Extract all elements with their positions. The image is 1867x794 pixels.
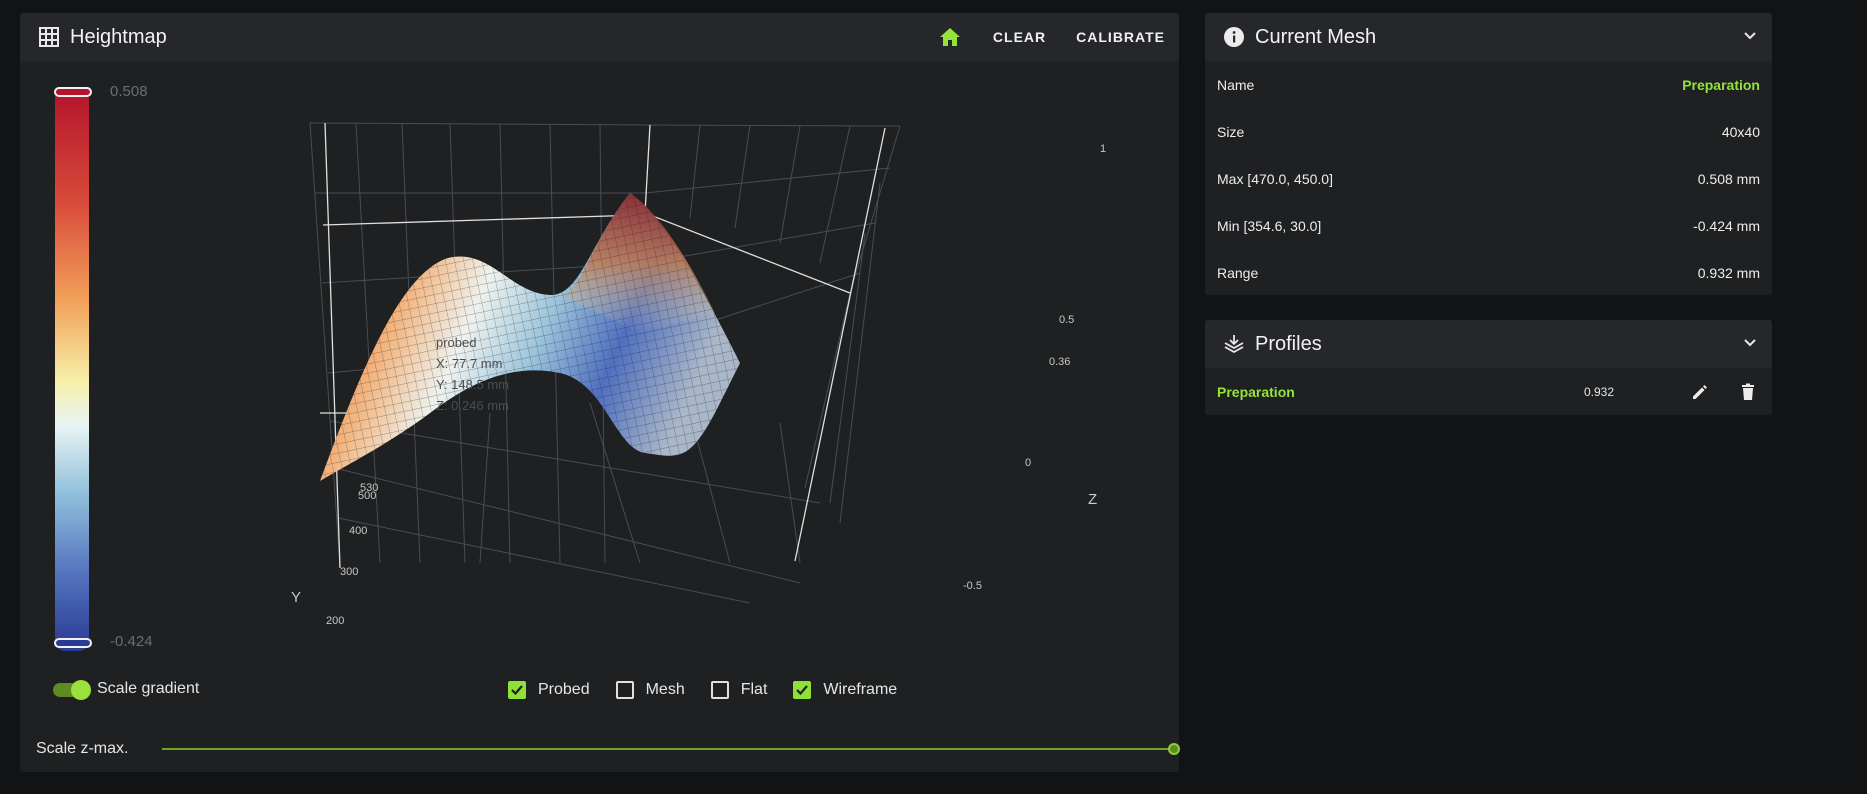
scale-zmax-row: Scale z-max. bbox=[36, 737, 1180, 762]
profiles-card: Profiles Preparation 0.932 bbox=[1205, 320, 1772, 415]
wireframe-label: Wireframe bbox=[823, 681, 898, 698]
tooltip-y: Y: 148.5 mm bbox=[436, 377, 509, 392]
scale-min-label: -0.424 bbox=[110, 633, 153, 650]
flat-label: Flat bbox=[740, 681, 768, 698]
y-tick: 300 bbox=[340, 566, 358, 578]
z-tick: 0 bbox=[1025, 457, 1031, 469]
toggle-knob bbox=[71, 680, 91, 700]
scale-zmax-thumb[interactable] bbox=[1168, 743, 1180, 755]
y-tick-labels: 530 500 400 300 200 bbox=[326, 482, 378, 627]
collapse-chevron-icon[interactable] bbox=[1742, 27, 1758, 48]
heightmap-card: Heightmap CLEAR CALIBRATE 0.508 -0.424 p… bbox=[20, 13, 1180, 772]
slider-tick bbox=[768, 758, 770, 762]
tooltip-z: Z: 0.246 mm bbox=[436, 398, 509, 413]
clear-button[interactable]: CLEAR bbox=[993, 29, 1046, 45]
edit-profile-button[interactable] bbox=[1688, 380, 1712, 404]
scale-zmax-slider[interactable] bbox=[162, 748, 1176, 762]
mesh-range-row: Range 0.932 mm bbox=[1205, 249, 1772, 296]
z-tick: 0.5 bbox=[1059, 314, 1074, 326]
pencil-icon bbox=[1693, 384, 1707, 399]
current-mesh-header: Current Mesh bbox=[1205, 13, 1772, 61]
calibrate-button[interactable]: CALIBRATE bbox=[1076, 29, 1165, 45]
scale-gradient-toggle[interactable] bbox=[53, 680, 91, 700]
y-tick: 200 bbox=[326, 615, 344, 627]
profiles-title: Profiles bbox=[1255, 332, 1322, 355]
info-icon bbox=[1223, 26, 1245, 48]
scale-gradient-toggle-row: Scale gradient bbox=[53, 680, 200, 700]
mesh-checkbox[interactable] bbox=[615, 681, 634, 699]
heightmap-header: Heightmap CLEAR CALIBRATE bbox=[20, 13, 1179, 61]
mesh-checkbox-item[interactable]: Mesh bbox=[615, 681, 685, 699]
profile-name[interactable]: Preparation bbox=[1217, 384, 1295, 400]
mesh-row-value: -0.424 mm bbox=[1693, 217, 1760, 234]
mesh-label: Mesh bbox=[645, 681, 685, 698]
z-tick-labels: 1 0.5 0.36 0 -0.5 bbox=[963, 143, 1106, 592]
probed-checkbox-item[interactable]: Probed bbox=[508, 681, 590, 699]
check-icon bbox=[511, 685, 523, 696]
mesh-row-label: Range bbox=[1217, 264, 1259, 281]
trash-icon bbox=[1742, 383, 1754, 400]
slider-tick bbox=[566, 758, 568, 762]
heightmap-surface bbox=[320, 193, 740, 481]
mesh-row-label: Name bbox=[1217, 76, 1255, 93]
mesh-row-label: Max [470.0, 450.0] bbox=[1217, 170, 1333, 187]
z-tick: -0.5 bbox=[963, 580, 982, 592]
profile-item[interactable]: Preparation 0.932 bbox=[1205, 368, 1772, 415]
y-tick: 400 bbox=[349, 525, 367, 537]
mesh-row-label: Size bbox=[1217, 123, 1245, 140]
heightmap-3d-plot[interactable]: probed X: 77.7 mm Y: 148.5 mm Z: 0.246 m… bbox=[260, 83, 1140, 683]
current-mesh-title: Current Mesh bbox=[1255, 25, 1377, 48]
tooltip-title: probed bbox=[436, 335, 476, 350]
y-axis-label: Y bbox=[291, 589, 301, 606]
slider-tick bbox=[364, 758, 366, 762]
scale-gradient-label: Scale gradient bbox=[97, 680, 200, 697]
flat-checkbox[interactable] bbox=[710, 681, 729, 699]
scale-max-label: 0.508 bbox=[110, 83, 148, 100]
flat-checkbox-item[interactable]: Flat bbox=[710, 681, 768, 699]
grid-icon bbox=[38, 26, 60, 48]
z-axis-label: Z bbox=[1088, 491, 1097, 508]
color-scale-bar bbox=[55, 89, 89, 651]
probed-checkbox[interactable] bbox=[508, 681, 526, 699]
mesh-row-label: Min [354.6, 30.0] bbox=[1217, 217, 1322, 234]
display-options: Probed Mesh Flat Wireframe bbox=[508, 681, 923, 699]
slider-tick bbox=[970, 758, 972, 762]
home-icon bbox=[939, 28, 960, 46]
current-mesh-card: Current Mesh Name Preparation Size 40x40… bbox=[1205, 13, 1772, 295]
layers-icon bbox=[1223, 333, 1245, 355]
mesh-name-row: Name Preparation bbox=[1205, 61, 1772, 108]
mesh-row-value: 40x40 bbox=[1721, 123, 1760, 140]
y-tick: 500 bbox=[358, 490, 376, 502]
wireframe-checkbox-item[interactable]: Wireframe bbox=[793, 681, 897, 699]
mesh-row-value: 0.932 mm bbox=[1697, 264, 1760, 281]
z-tick: 0.36 bbox=[1049, 356, 1070, 368]
mesh-size-row: Size 40x40 bbox=[1205, 108, 1772, 155]
heightmap-title: Heightmap bbox=[70, 25, 167, 48]
wireframe-checkbox[interactable] bbox=[793, 681, 812, 699]
tooltip-x: X: 77.7 mm bbox=[436, 356, 502, 371]
profiles-header: Profiles bbox=[1205, 320, 1772, 368]
check-icon bbox=[796, 685, 809, 696]
delete-profile-button[interactable] bbox=[1736, 380, 1760, 404]
home-button[interactable] bbox=[937, 24, 963, 50]
color-scale-top-cap bbox=[54, 87, 92, 97]
profile-range: 0.932 bbox=[1583, 384, 1614, 399]
mesh-row-value: 0.508 mm bbox=[1697, 170, 1760, 187]
z-tick: 1 bbox=[1100, 143, 1106, 155]
collapse-chevron-icon[interactable] bbox=[1742, 334, 1758, 355]
color-scale-bottom-cap bbox=[54, 638, 92, 648]
mesh-row-value: Preparation bbox=[1682, 76, 1760, 93]
mesh-min-row: Min [354.6, 30.0] -0.424 mm bbox=[1205, 202, 1772, 249]
probed-label: Probed bbox=[538, 681, 590, 698]
scale-zmax-label: Scale z-max. bbox=[36, 740, 129, 757]
mesh-max-row: Max [470.0, 450.0] 0.508 mm bbox=[1205, 155, 1772, 202]
